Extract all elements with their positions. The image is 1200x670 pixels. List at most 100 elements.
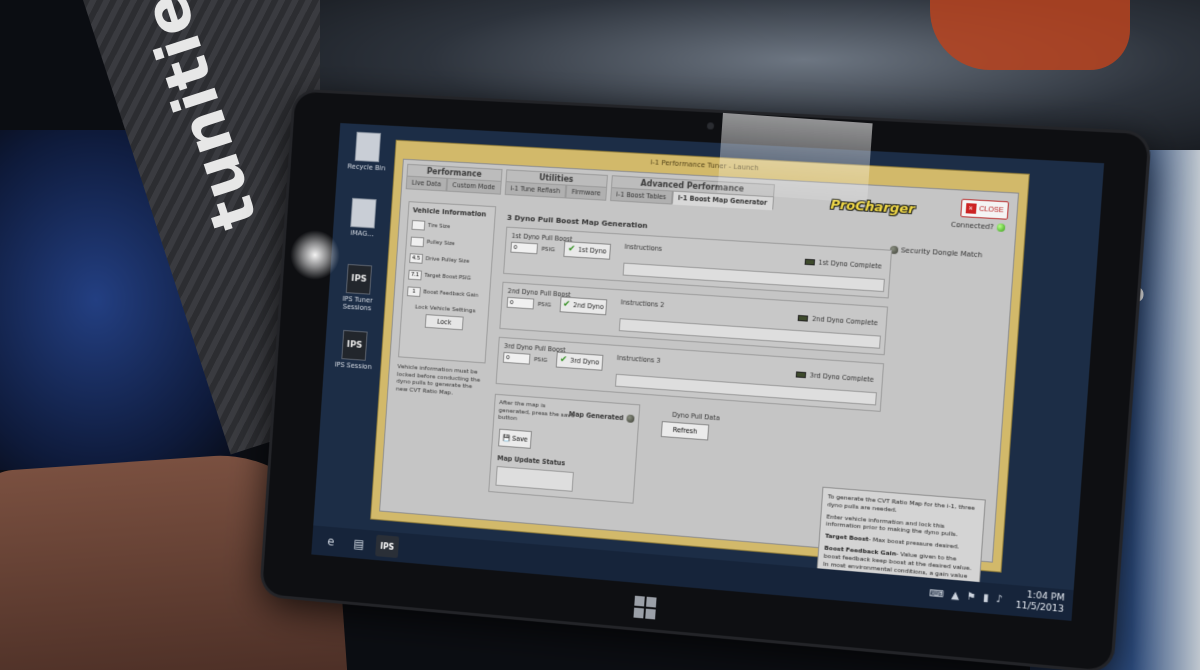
instructions-label: Instructions xyxy=(624,242,663,253)
ips-app-icon: IPS xyxy=(345,263,373,295)
internet-explorer-icon[interactable]: e xyxy=(319,530,343,553)
chevron-up-icon[interactable]: ▲ xyxy=(951,589,960,601)
button-label: Save xyxy=(511,434,528,444)
save-map-panel: After the map is generated, press the sa… xyxy=(488,393,641,504)
button-label: 2nd Dyno xyxy=(572,301,605,312)
ips-taskbar-icon[interactable]: IPS xyxy=(375,534,400,559)
desktop-icon-file[interactable]: iMAG... xyxy=(339,197,386,260)
tab-custom-mode[interactable]: Custom Mode xyxy=(446,177,502,195)
field-label: Drive Pulley Size xyxy=(425,256,470,265)
close-button-label: CLOSE xyxy=(978,205,1004,214)
tab-group-performance: Performance Live Data Custom Mode xyxy=(405,163,503,195)
field-label: Pulley Size xyxy=(426,239,455,248)
tire-size-input[interactable] xyxy=(411,219,426,231)
photo-scene: tunitie P Recycle Bin iMAG... IPS xyxy=(0,0,1200,670)
close-icon: × xyxy=(965,203,977,214)
help-term: Target Boost xyxy=(824,532,869,544)
first-dyno-button[interactable]: ✔ 1st Dyno xyxy=(563,241,612,260)
app-body: Performance Live Data Custom Mode Utilit… xyxy=(379,158,1020,584)
app-window: i-1 Performance Tuner - Launch Performan… xyxy=(370,139,1030,584)
map-update-status-label: Map Update Status xyxy=(497,454,566,468)
lock-button[interactable]: Lock xyxy=(424,314,464,331)
dyno-3-boost-input[interactable]: 0 xyxy=(502,351,531,365)
drive-pulley-size-input[interactable]: 4.5 xyxy=(409,253,424,264)
connected-indicator: Connected? xyxy=(951,221,1006,232)
checkmark-icon: ✔ xyxy=(562,299,571,310)
refresh-button[interactable]: Refresh xyxy=(660,421,710,441)
second-dyno-button[interactable]: ✔ 2nd Dyno xyxy=(559,296,608,316)
keyboard-icon[interactable]: ⌨ xyxy=(929,588,945,600)
complete-label: 2nd Dyno Complete xyxy=(811,314,878,328)
procharger-logo: ProCharger xyxy=(811,188,935,225)
file-icon xyxy=(350,197,377,229)
map-generated-led-icon xyxy=(626,414,635,423)
dyno-3-complete-indicator: 3rd Dyno Complete xyxy=(795,370,874,384)
checkmark-icon: ✔ xyxy=(559,354,568,366)
instructions-label: Instructions 3 xyxy=(616,353,661,365)
vehicle-row-drive-pulley: 4.5 Drive Pulley Size xyxy=(409,253,488,268)
lock-settings-label: Lock Vehicle Settings xyxy=(414,303,476,315)
field-label: Boost Feedback Gain xyxy=(423,289,479,299)
status-flag-icon xyxy=(795,371,806,379)
desktop-icon-label: IPS Session xyxy=(334,360,372,372)
banner-text: tunitie xyxy=(126,0,273,239)
app-title: i-1 Performance Tuner - Launch xyxy=(650,158,759,173)
tab-group-advanced-performance: Advanced Performance i-1 Boost Tables i-… xyxy=(609,175,775,211)
flag-icon[interactable]: ⚑ xyxy=(966,591,976,603)
desktop-icon-ips-session[interactable]: IPS IPS Session xyxy=(330,329,377,392)
map-generated-label: Map Generated xyxy=(568,410,624,423)
vehicle-information-panel: Vehicle Information Tire Size Pulley Siz… xyxy=(398,201,497,364)
windows-logo-icon[interactable] xyxy=(633,595,657,620)
tab-live-data[interactable]: Live Data xyxy=(405,175,448,192)
dyno-1-boost-input[interactable]: 0 xyxy=(510,241,539,255)
vehicle-row-pulley-size: Pulley Size xyxy=(410,236,489,252)
boost-feedback-gain-input[interactable]: 1 xyxy=(406,286,421,298)
desktop-icon-label: iMAG... xyxy=(350,228,374,239)
status-flag-icon xyxy=(797,314,809,322)
desktop-icon-label: IPS Tuner Sessions xyxy=(342,294,373,313)
network-icon[interactable]: ▮ xyxy=(983,592,989,604)
vehicle-row-tire-size: Tire Size xyxy=(411,219,490,235)
dyno-pull-data-panel: Dyno Pull Data Refresh xyxy=(660,410,762,457)
map-generated-indicator: Map Generated xyxy=(569,410,635,423)
camera-icon xyxy=(706,122,715,130)
brand-logo-text: ProCharger xyxy=(830,197,916,217)
field-label: Tire Size xyxy=(427,222,451,231)
close-button[interactable]: × CLOSE xyxy=(960,198,1010,220)
target-boost-input[interactable]: 7.1 xyxy=(408,269,422,281)
volume-icon[interactable]: ♪ xyxy=(996,593,1003,605)
panel-title: Vehicle Information xyxy=(412,206,487,219)
psig-unit: PSIG xyxy=(537,300,552,309)
tab-firmware[interactable]: Firmware xyxy=(565,184,607,201)
desktop-icon-ips-tuner[interactable]: IPS IPS Tuner Sessions xyxy=(334,263,381,326)
instructions-label: Instructions 2 xyxy=(620,298,665,310)
recycle-bin-icon xyxy=(354,131,382,163)
tab-tune-reflash[interactable]: i-1 Tune Reflash xyxy=(504,181,567,199)
windows-desktop: Recycle Bin iMAG... IPS IPS Tuner Sessio… xyxy=(311,123,1105,621)
vehicle-row-feedback-gain: 1 Boost Feedback Gain xyxy=(406,286,486,301)
tablet-device: Recycle Bin iMAG... IPS IPS Tuner Sessio… xyxy=(262,91,1149,670)
save-button[interactable]: 💾 Save xyxy=(498,428,532,449)
desktop-icon-recycle-bin[interactable]: Recycle Bin xyxy=(343,131,390,194)
psig-unit: PSIG xyxy=(533,356,548,364)
ips-app-icon: IPS xyxy=(341,329,368,361)
save-note: After the map is generated, press the sa… xyxy=(497,399,575,423)
map-update-status-field xyxy=(495,465,574,492)
dyno-2-boost-input[interactable]: 0 xyxy=(506,296,535,310)
help-text-box: To generate the CVT Ratio Map for the i-… xyxy=(816,486,986,584)
pulley-size-input[interactable] xyxy=(410,236,425,248)
system-tray: ⌨ ▲ ⚑ ▮ ♪ 1:04 PM 11/5/2013 xyxy=(929,582,1065,616)
third-dyno-button[interactable]: ✔ 3rd Dyno xyxy=(555,351,604,371)
tab-boost-tables[interactable]: i-1 Boost Tables xyxy=(609,187,673,205)
taskbar-clock[interactable]: 1:04 PM 11/5/2013 xyxy=(1015,590,1065,616)
field-label: Target Boost PSIG xyxy=(424,272,472,282)
dyno-1-complete-indicator: 1st Dyno Complete xyxy=(804,258,882,271)
file-explorer-icon[interactable]: ▤ xyxy=(347,532,371,555)
vehicle-info-note: Vehicle information must be locked befor… xyxy=(395,363,481,397)
dongle-label: Security Dongle Match xyxy=(900,246,983,260)
connected-label: Connected? xyxy=(950,220,995,232)
engine-red-part xyxy=(930,0,1130,70)
connected-led-icon xyxy=(996,223,1006,232)
tab-group-utilities: Utilities i-1 Tune Reflash Firmware xyxy=(504,169,608,201)
dyno-2-complete-indicator: 2nd Dyno Complete xyxy=(797,314,878,328)
